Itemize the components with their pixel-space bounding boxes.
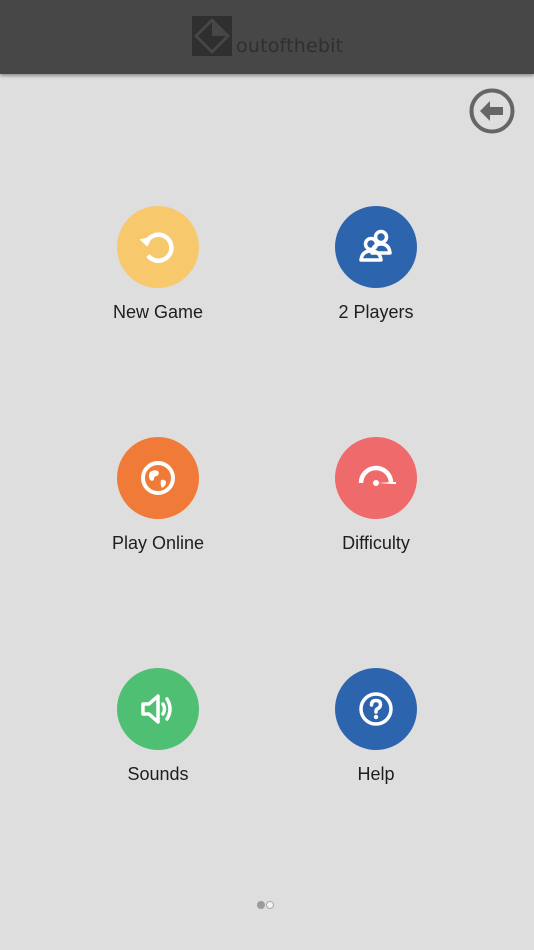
two-players-circle bbox=[335, 206, 417, 288]
question-icon bbox=[359, 692, 393, 726]
difficulty-button[interactable]: Difficulty bbox=[286, 437, 466, 553]
speaker-icon bbox=[141, 694, 172, 724]
new-game-circle bbox=[117, 206, 199, 288]
play-online-button[interactable]: Play Online bbox=[68, 437, 248, 553]
new-game-label: New Game bbox=[112, 302, 204, 322]
help-circle bbox=[335, 668, 417, 750]
difficulty-label: Difficulty bbox=[342, 533, 410, 553]
outofthebit-logo-icon bbox=[192, 16, 232, 56]
restart-icon bbox=[139, 232, 174, 263]
difficulty-circle bbox=[335, 437, 417, 519]
sounds-button[interactable]: Sounds bbox=[68, 668, 248, 784]
new-game-button[interactable]: New Game bbox=[68, 206, 248, 322]
header-bar: outofthebit bbox=[0, 0, 534, 74]
two-players-label: 2 Players bbox=[338, 302, 414, 322]
play-online-circle bbox=[117, 437, 199, 519]
page-indicator bbox=[257, 901, 274, 909]
page-dot-2[interactable] bbox=[266, 901, 274, 909]
logo-text: outofthebit bbox=[236, 35, 344, 57]
back-button[interactable] bbox=[468, 87, 516, 135]
two-players-button[interactable]: 2 Players bbox=[286, 206, 466, 322]
arrow-left-circle-icon bbox=[469, 88, 515, 134]
sounds-label: Sounds bbox=[127, 764, 189, 784]
help-button[interactable]: Help bbox=[286, 668, 466, 784]
page-dot-1[interactable] bbox=[257, 901, 265, 909]
sounds-circle bbox=[117, 668, 199, 750]
two-players-icon bbox=[359, 229, 392, 262]
play-online-label: Play Online bbox=[111, 533, 205, 553]
help-label: Help bbox=[357, 764, 395, 784]
globe-icon bbox=[141, 461, 175, 495]
main-menu-screen: outofthebit New Game 2 Players Play Onli… bbox=[0, 0, 534, 950]
logo: outofthebit bbox=[192, 16, 343, 56]
gauge-icon bbox=[358, 465, 396, 486]
